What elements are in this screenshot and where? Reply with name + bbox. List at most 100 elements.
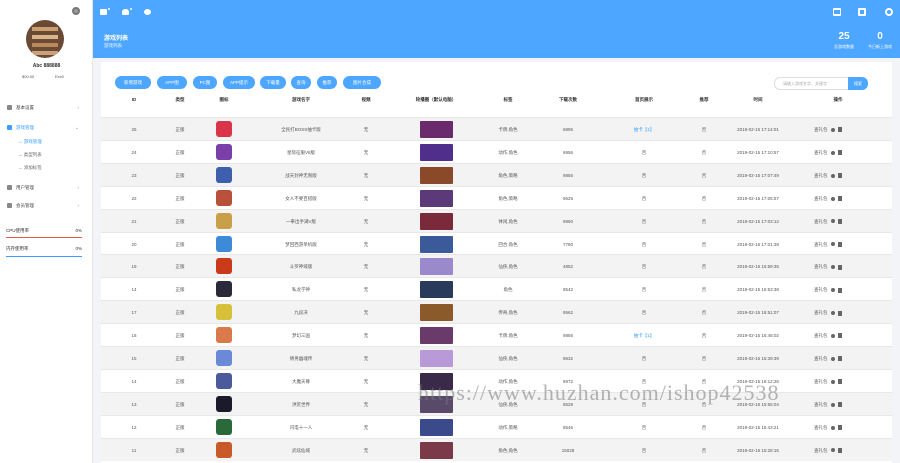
bell-icon[interactable] bbox=[122, 8, 132, 15]
cell-video: 无 bbox=[363, 310, 369, 316]
image-merge-button[interactable]: 图片合成 bbox=[343, 76, 381, 89]
sidebar-item-games[interactable]: 游戏管理 ⌄ bbox=[7, 125, 87, 131]
carousel-thumbnail[interactable] bbox=[420, 212, 453, 230]
row-actions: 查礼包 bbox=[814, 187, 864, 210]
sidebar-subitem-type-list[interactable]: → 类型列表 bbox=[18, 152, 42, 158]
gift-link[interactable]: 查礼包 bbox=[814, 219, 828, 224]
trash-icon[interactable] bbox=[837, 241, 842, 247]
carousel-thumbnail[interactable] bbox=[420, 304, 453, 322]
trash-icon[interactable] bbox=[837, 333, 842, 339]
settings-icon[interactable] bbox=[830, 265, 835, 270]
gift-link[interactable]: 查礼包 bbox=[814, 379, 828, 384]
app-image-button[interactable]: APP图 bbox=[157, 76, 187, 89]
gift-link[interactable]: 查礼包 bbox=[814, 127, 828, 132]
print-icon[interactable] bbox=[833, 8, 841, 16]
settings-icon[interactable] bbox=[830, 379, 835, 384]
carousel-thumbnail[interactable] bbox=[420, 418, 453, 436]
trash-icon[interactable] bbox=[837, 356, 842, 362]
carousel-thumbnail[interactable] bbox=[420, 121, 453, 138]
cell-video: 无 bbox=[363, 401, 369, 407]
cell-rec: 否 bbox=[701, 127, 707, 132]
gift-link[interactable]: 查礼包 bbox=[814, 425, 828, 430]
trash-icon[interactable] bbox=[837, 310, 842, 316]
gift-link[interactable]: 查礼包 bbox=[814, 196, 828, 201]
gift-link[interactable]: 查礼包 bbox=[814, 448, 828, 453]
gift-link[interactable]: 查礼包 bbox=[814, 356, 828, 361]
search-button[interactable]: 搜索 bbox=[848, 77, 868, 90]
add-game-button[interactable]: 新增游戏 bbox=[115, 76, 151, 89]
gift-link[interactable]: 查礼包 bbox=[814, 402, 828, 407]
gift-link[interactable]: 查礼包 bbox=[814, 150, 828, 155]
carousel-thumbnail[interactable] bbox=[420, 441, 453, 459]
gift-link[interactable]: 查礼包 bbox=[814, 310, 828, 315]
trash-icon[interactable] bbox=[837, 173, 842, 179]
search-input[interactable]: 请输入游戏名字、关键字 bbox=[774, 77, 849, 90]
power-icon[interactable] bbox=[885, 8, 893, 16]
cell-home[interactable]: 抽卡【1】 bbox=[626, 324, 662, 347]
settings-icon[interactable] bbox=[830, 173, 835, 178]
home-icon bbox=[7, 105, 12, 111]
settings-icon[interactable] bbox=[830, 242, 835, 247]
settings-icon[interactable] bbox=[830, 333, 835, 338]
sidebar-subitem-add-tag[interactable]: → 添加标签 bbox=[18, 165, 42, 171]
trash-icon[interactable] bbox=[837, 196, 842, 201]
sidebar-subitem-game-manage[interactable]: → 游戏管理 bbox=[18, 139, 42, 145]
cell-home: 否 bbox=[641, 149, 647, 155]
trash-icon[interactable] bbox=[837, 287, 842, 293]
trash-icon[interactable] bbox=[837, 218, 842, 224]
cell-id: 12 bbox=[131, 424, 137, 430]
carousel-thumbnail[interactable] bbox=[420, 235, 453, 253]
settings-icon[interactable] bbox=[830, 448, 835, 453]
trash-icon[interactable] bbox=[837, 150, 842, 156]
cell-home[interactable]: 抽卡【1】 bbox=[626, 118, 662, 141]
settings-icon[interactable] bbox=[830, 196, 835, 201]
sidebar-item-users[interactable]: 用户管理 › bbox=[7, 185, 87, 191]
carousel-thumbnail[interactable] bbox=[420, 372, 453, 390]
settings-gear-icon[interactable] bbox=[72, 7, 80, 15]
recommend-button[interactable]: 推荐 bbox=[317, 76, 337, 89]
carousel-thumbnail[interactable] bbox=[420, 350, 453, 367]
cell-time: 2019-02-15 17:14:01 bbox=[737, 127, 779, 132]
sidebar-item-basic[interactable]: 基本设置 › bbox=[7, 105, 87, 111]
app-tip-button[interactable]: APP提示 bbox=[223, 76, 255, 89]
settings-icon[interactable] bbox=[830, 402, 835, 407]
carousel-thumbnail[interactable] bbox=[420, 258, 453, 276]
carousel-thumbnail[interactable] bbox=[420, 395, 453, 413]
memory-usage: 内存使用率 0% bbox=[6, 246, 82, 251]
trash-icon[interactable] bbox=[837, 127, 842, 133]
sidebar-item-members[interactable]: 会员管理 › bbox=[7, 203, 87, 209]
gift-link[interactable]: 查礼包 bbox=[814, 242, 828, 247]
carousel-thumbnail[interactable] bbox=[420, 143, 453, 161]
carousel-thumbnail[interactable] bbox=[420, 327, 453, 345]
trash-icon[interactable] bbox=[837, 447, 842, 453]
cell-downloads: 8546 bbox=[562, 424, 573, 430]
settings-icon[interactable] bbox=[830, 356, 835, 361]
settings-icon[interactable] bbox=[830, 150, 835, 155]
query-button[interactable]: 查询 bbox=[291, 76, 311, 89]
settings-icon[interactable] bbox=[830, 425, 835, 430]
fullscreen-icon[interactable] bbox=[858, 8, 866, 16]
gift-link[interactable]: 查礼包 bbox=[814, 173, 828, 178]
trash-icon[interactable] bbox=[837, 425, 842, 430]
avatar[interactable] bbox=[26, 20, 64, 58]
gift-link[interactable]: 查礼包 bbox=[814, 287, 828, 292]
gift-link[interactable]: 查礼包 bbox=[814, 333, 828, 338]
gift-link[interactable]: 查礼包 bbox=[814, 264, 828, 269]
settings-icon[interactable] bbox=[830, 219, 835, 224]
downloads-button[interactable]: 下载量 bbox=[260, 76, 286, 89]
settings-icon[interactable] bbox=[830, 288, 835, 293]
mail-icon[interactable] bbox=[100, 8, 110, 15]
pc-image-button[interactable]: PC图 bbox=[193, 76, 217, 89]
settings-icon[interactable] bbox=[830, 127, 835, 132]
trash-icon[interactable] bbox=[837, 379, 842, 385]
cell-downloads: 7780 bbox=[562, 241, 573, 247]
carousel-thumbnail[interactable] bbox=[420, 189, 453, 207]
settings-icon[interactable] bbox=[830, 311, 835, 315]
trash-icon[interactable] bbox=[837, 264, 842, 270]
cell-tags: 角色 bbox=[503, 287, 513, 293]
cell-id: 21 bbox=[131, 218, 137, 224]
trash-icon[interactable] bbox=[837, 402, 842, 408]
carousel-thumbnail[interactable] bbox=[420, 281, 453, 299]
settings-icon[interactable] bbox=[144, 9, 151, 15]
carousel-thumbnail[interactable] bbox=[420, 166, 453, 184]
